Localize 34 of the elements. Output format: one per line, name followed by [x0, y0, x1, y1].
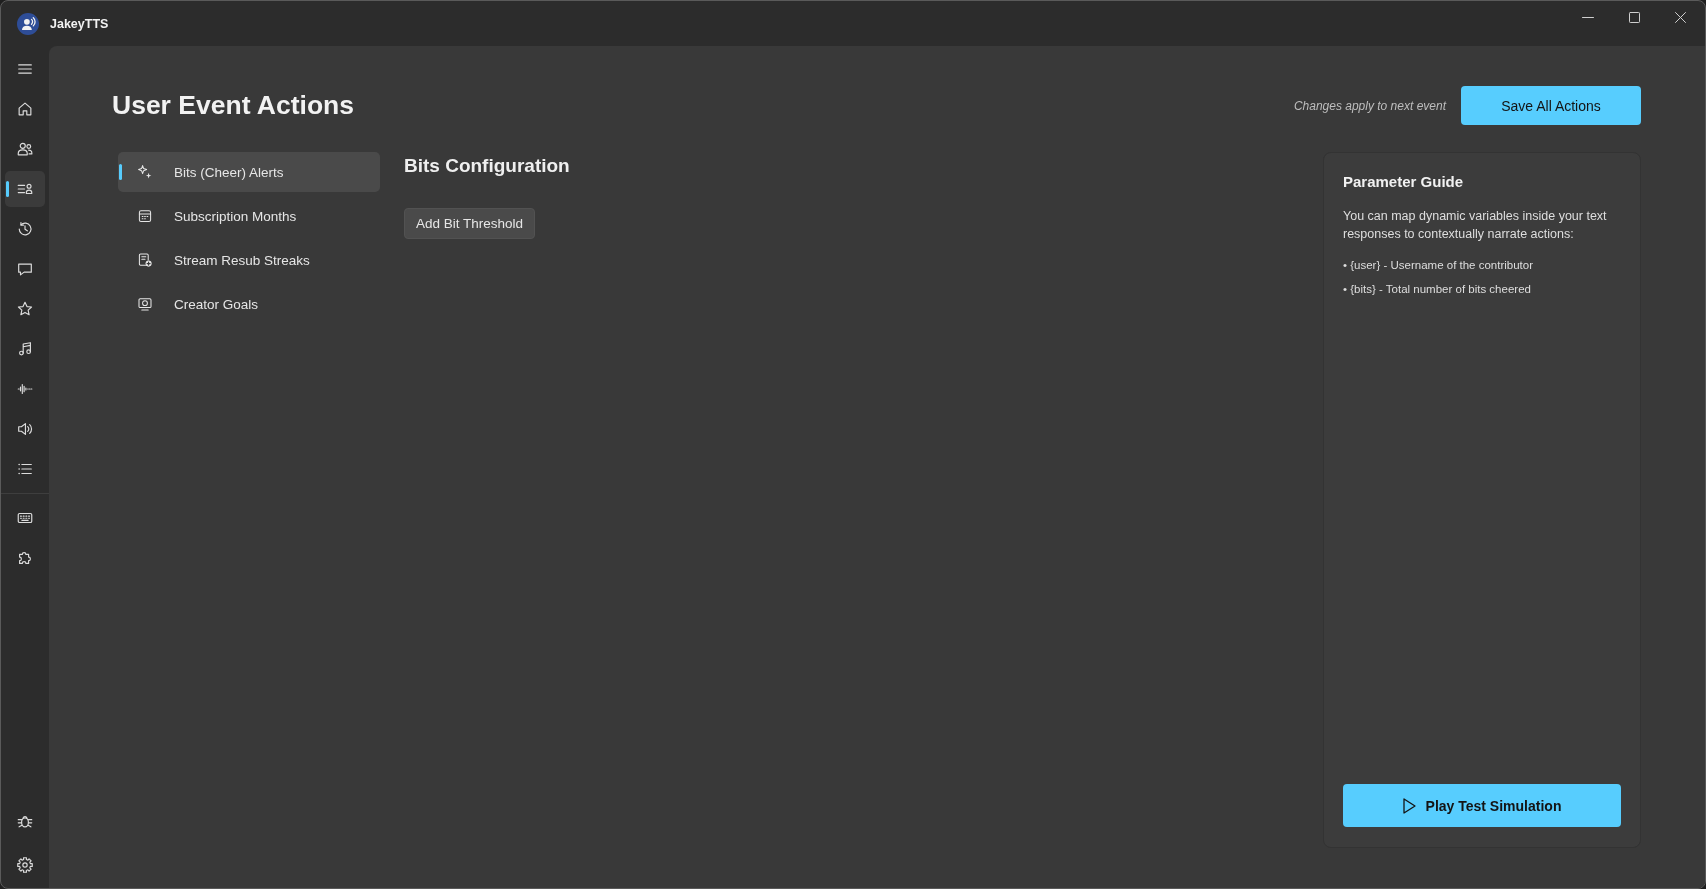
- speaker-icon: [16, 420, 34, 438]
- play-simulation-button[interactable]: Play Test Simulation: [1343, 784, 1621, 827]
- maximize-icon: [1628, 11, 1640, 23]
- parameter-item: • {bits} - Total number of bits cheered: [1343, 282, 1532, 297]
- category-item[interactable]: Stream Resub Streaks: [118, 240, 380, 280]
- history-icon: [16, 220, 34, 238]
- app-title: JakeyTTS: [50, 16, 109, 31]
- guide-description: You can map dynamic variables inside your text responses to contextually narrate actions:: [1343, 208, 1608, 243]
- star-icon: [16, 300, 34, 318]
- guide-title: Parameter Guide: [1343, 173, 1465, 191]
- calendar-icon: [137, 208, 153, 224]
- close-icon: [1674, 11, 1686, 23]
- category-item[interactable]: Creator Goals: [118, 284, 380, 324]
- save-note: Changes apply to next event: [1293, 98, 1446, 113]
- section-title: Bits Configuration: [404, 154, 570, 178]
- music-note-icon: [16, 340, 34, 358]
- category-item[interactable]: Bits (Cheer) Alerts: [118, 152, 380, 192]
- parameter-item: • {user} - Username of the contributor: [1343, 258, 1535, 273]
- play-icon: [1402, 797, 1416, 814]
- home-icon: [16, 100, 34, 118]
- settings-icon: [16, 856, 34, 874]
- category-item[interactable]: Subscription Months: [118, 196, 380, 236]
- minimize-icon: [1582, 16, 1594, 18]
- chat-bubble-icon: [16, 260, 34, 278]
- puzzle-piece-icon: [16, 549, 34, 567]
- app-logo-icon: [17, 12, 39, 35]
- add-threshold-button[interactable]: Add Bit Threshold: [404, 208, 536, 239]
- monitor-icon: [137, 296, 153, 312]
- sparkles-icon: [137, 164, 153, 180]
- people-icon: [16, 140, 34, 158]
- nav-rail-button[interactable]: [5, 171, 45, 207]
- document-plus-icon: [137, 252, 153, 268]
- page-title: User Event Actions: [112, 90, 354, 121]
- save-all-button[interactable]: Save All Actions: [1461, 86, 1641, 125]
